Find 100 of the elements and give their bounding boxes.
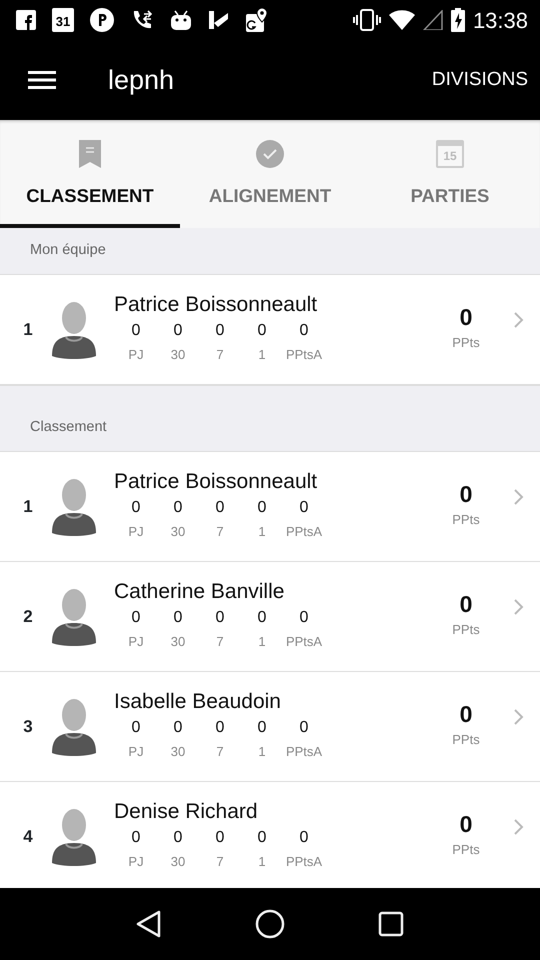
stat-value: 0: [298, 321, 310, 342]
vibrate-icon: [352, 9, 381, 31]
home-icon[interactable]: [254, 909, 285, 939]
player-name: Catherine Banville: [114, 581, 286, 602]
chevron-right-icon[interactable]: [514, 488, 524, 504]
chevron-right-icon[interactable]: [514, 818, 524, 834]
stat-value: 0: [130, 718, 142, 738]
rank-number: 4: [22, 826, 34, 848]
stat-label: PPtsA: [284, 633, 324, 652]
stat-label: PJ: [127, 633, 145, 652]
player-name: Patrice Boissonneault: [114, 294, 318, 316]
stat-label: PJ: [127, 853, 145, 872]
stat-value: 0: [256, 828, 268, 848]
stat-label: 7: [215, 743, 225, 762]
menu-icon[interactable]: [28, 70, 56, 90]
app-title: lepnh: [108, 64, 174, 97]
stat-label: PPtsA: [284, 346, 324, 364]
points-label: PPts: [451, 621, 481, 640]
points-value: 0: [458, 306, 474, 330]
stat-value: 0: [172, 828, 184, 848]
points-value: 0: [458, 813, 474, 836]
bookmark-icon: [79, 140, 101, 168]
divisions-link[interactable]: DIVISIONS: [432, 66, 528, 94]
points-label: PPts: [451, 731, 481, 750]
check-circle-icon: [256, 140, 284, 168]
stat-value: 0: [298, 498, 310, 518]
stat-label: 30: [170, 853, 186, 872]
stat-value: 0: [256, 718, 268, 738]
calendar-date: 15: [443, 150, 457, 162]
stat-value: 0: [172, 608, 184, 628]
rank-number: 1: [22, 496, 34, 518]
stat-label: 30: [170, 743, 186, 762]
points-label: PPts: [451, 334, 481, 352]
chevron-right-icon[interactable]: [514, 708, 524, 724]
stat-label: 7: [215, 346, 225, 364]
recents-icon[interactable]: [378, 911, 404, 937]
chevron-right-icon[interactable]: [514, 598, 524, 614]
stat-value: 0: [256, 608, 268, 628]
stat-value: 0: [172, 718, 184, 738]
stat-value: 0: [214, 828, 226, 848]
points-value: 0: [458, 593, 474, 616]
signal-icon: [422, 10, 443, 30]
calendar-day: 31: [56, 12, 70, 31]
stat-value: 0: [130, 608, 142, 628]
stat-label: 30: [170, 523, 186, 542]
stat-label: 1: [257, 853, 267, 872]
wifi-icon: [388, 10, 415, 30]
stat-value: 0: [130, 828, 142, 848]
avatar-icon: [50, 808, 98, 866]
stat-value: 0: [214, 718, 226, 738]
avatar-icon: [50, 300, 98, 358]
player-name: Denise Richard: [114, 801, 259, 822]
stat-value: 0: [172, 498, 184, 518]
stat-label: 30: [170, 633, 186, 652]
avatar-icon: [50, 698, 98, 756]
stat-label: PJ: [127, 743, 145, 762]
stat-value: 0: [214, 498, 226, 518]
stat-value: 0: [214, 608, 226, 628]
rank-number: 1: [22, 318, 34, 341]
parking-icon: [90, 8, 114, 32]
player-name: Isabelle Beaudoin: [114, 691, 282, 712]
stat-label: 1: [257, 346, 267, 364]
points-value: 0: [458, 483, 474, 506]
stat-label: 1: [257, 743, 267, 762]
stat-value: 0: [298, 608, 310, 628]
checkmark-flag-icon: [208, 9, 230, 31]
stat-label: PPtsA: [284, 523, 324, 542]
stat-value: 0: [256, 498, 268, 518]
stat-label: PPtsA: [284, 743, 324, 762]
section-header: Mon équipe: [0, 228, 540, 275]
stat-label: 7: [215, 853, 225, 872]
stat-value: 0: [130, 321, 142, 342]
tab[interactable]: ALIGNEMENT: [180, 120, 360, 228]
back-icon[interactable]: [136, 910, 162, 938]
stat-label: 30: [170, 346, 186, 364]
stat-value: 0: [172, 321, 184, 342]
battery-icon: [450, 8, 465, 32]
avatar-icon: [50, 588, 98, 646]
stat-value: 0: [130, 498, 142, 518]
stat-value: 0: [256, 321, 268, 342]
stat-label: 7: [215, 523, 225, 542]
stat-label: 7: [215, 633, 225, 652]
stat-value: 0: [298, 828, 310, 848]
player-name: Patrice Boissonneault: [114, 471, 318, 492]
rank-number: 2: [22, 606, 34, 628]
avatar-icon: [50, 478, 98, 536]
stat-label: PJ: [127, 523, 145, 542]
stat-label: 1: [257, 633, 267, 652]
points-label: PPts: [451, 511, 481, 530]
stat-value: 0: [214, 321, 226, 342]
stat-value: 0: [298, 718, 310, 738]
section-header: Classement: [0, 385, 540, 452]
android-icon: [170, 9, 192, 31]
rank-number: 3: [22, 716, 34, 738]
clock: 13:38: [472, 6, 528, 34]
tab[interactable]: 15 PARTIES: [360, 120, 540, 228]
chevron-right-icon[interactable]: [514, 312, 524, 328]
facebook-icon: [16, 10, 36, 30]
map-pin-icon: [246, 8, 268, 32]
stat-label: PPtsA: [284, 853, 324, 872]
